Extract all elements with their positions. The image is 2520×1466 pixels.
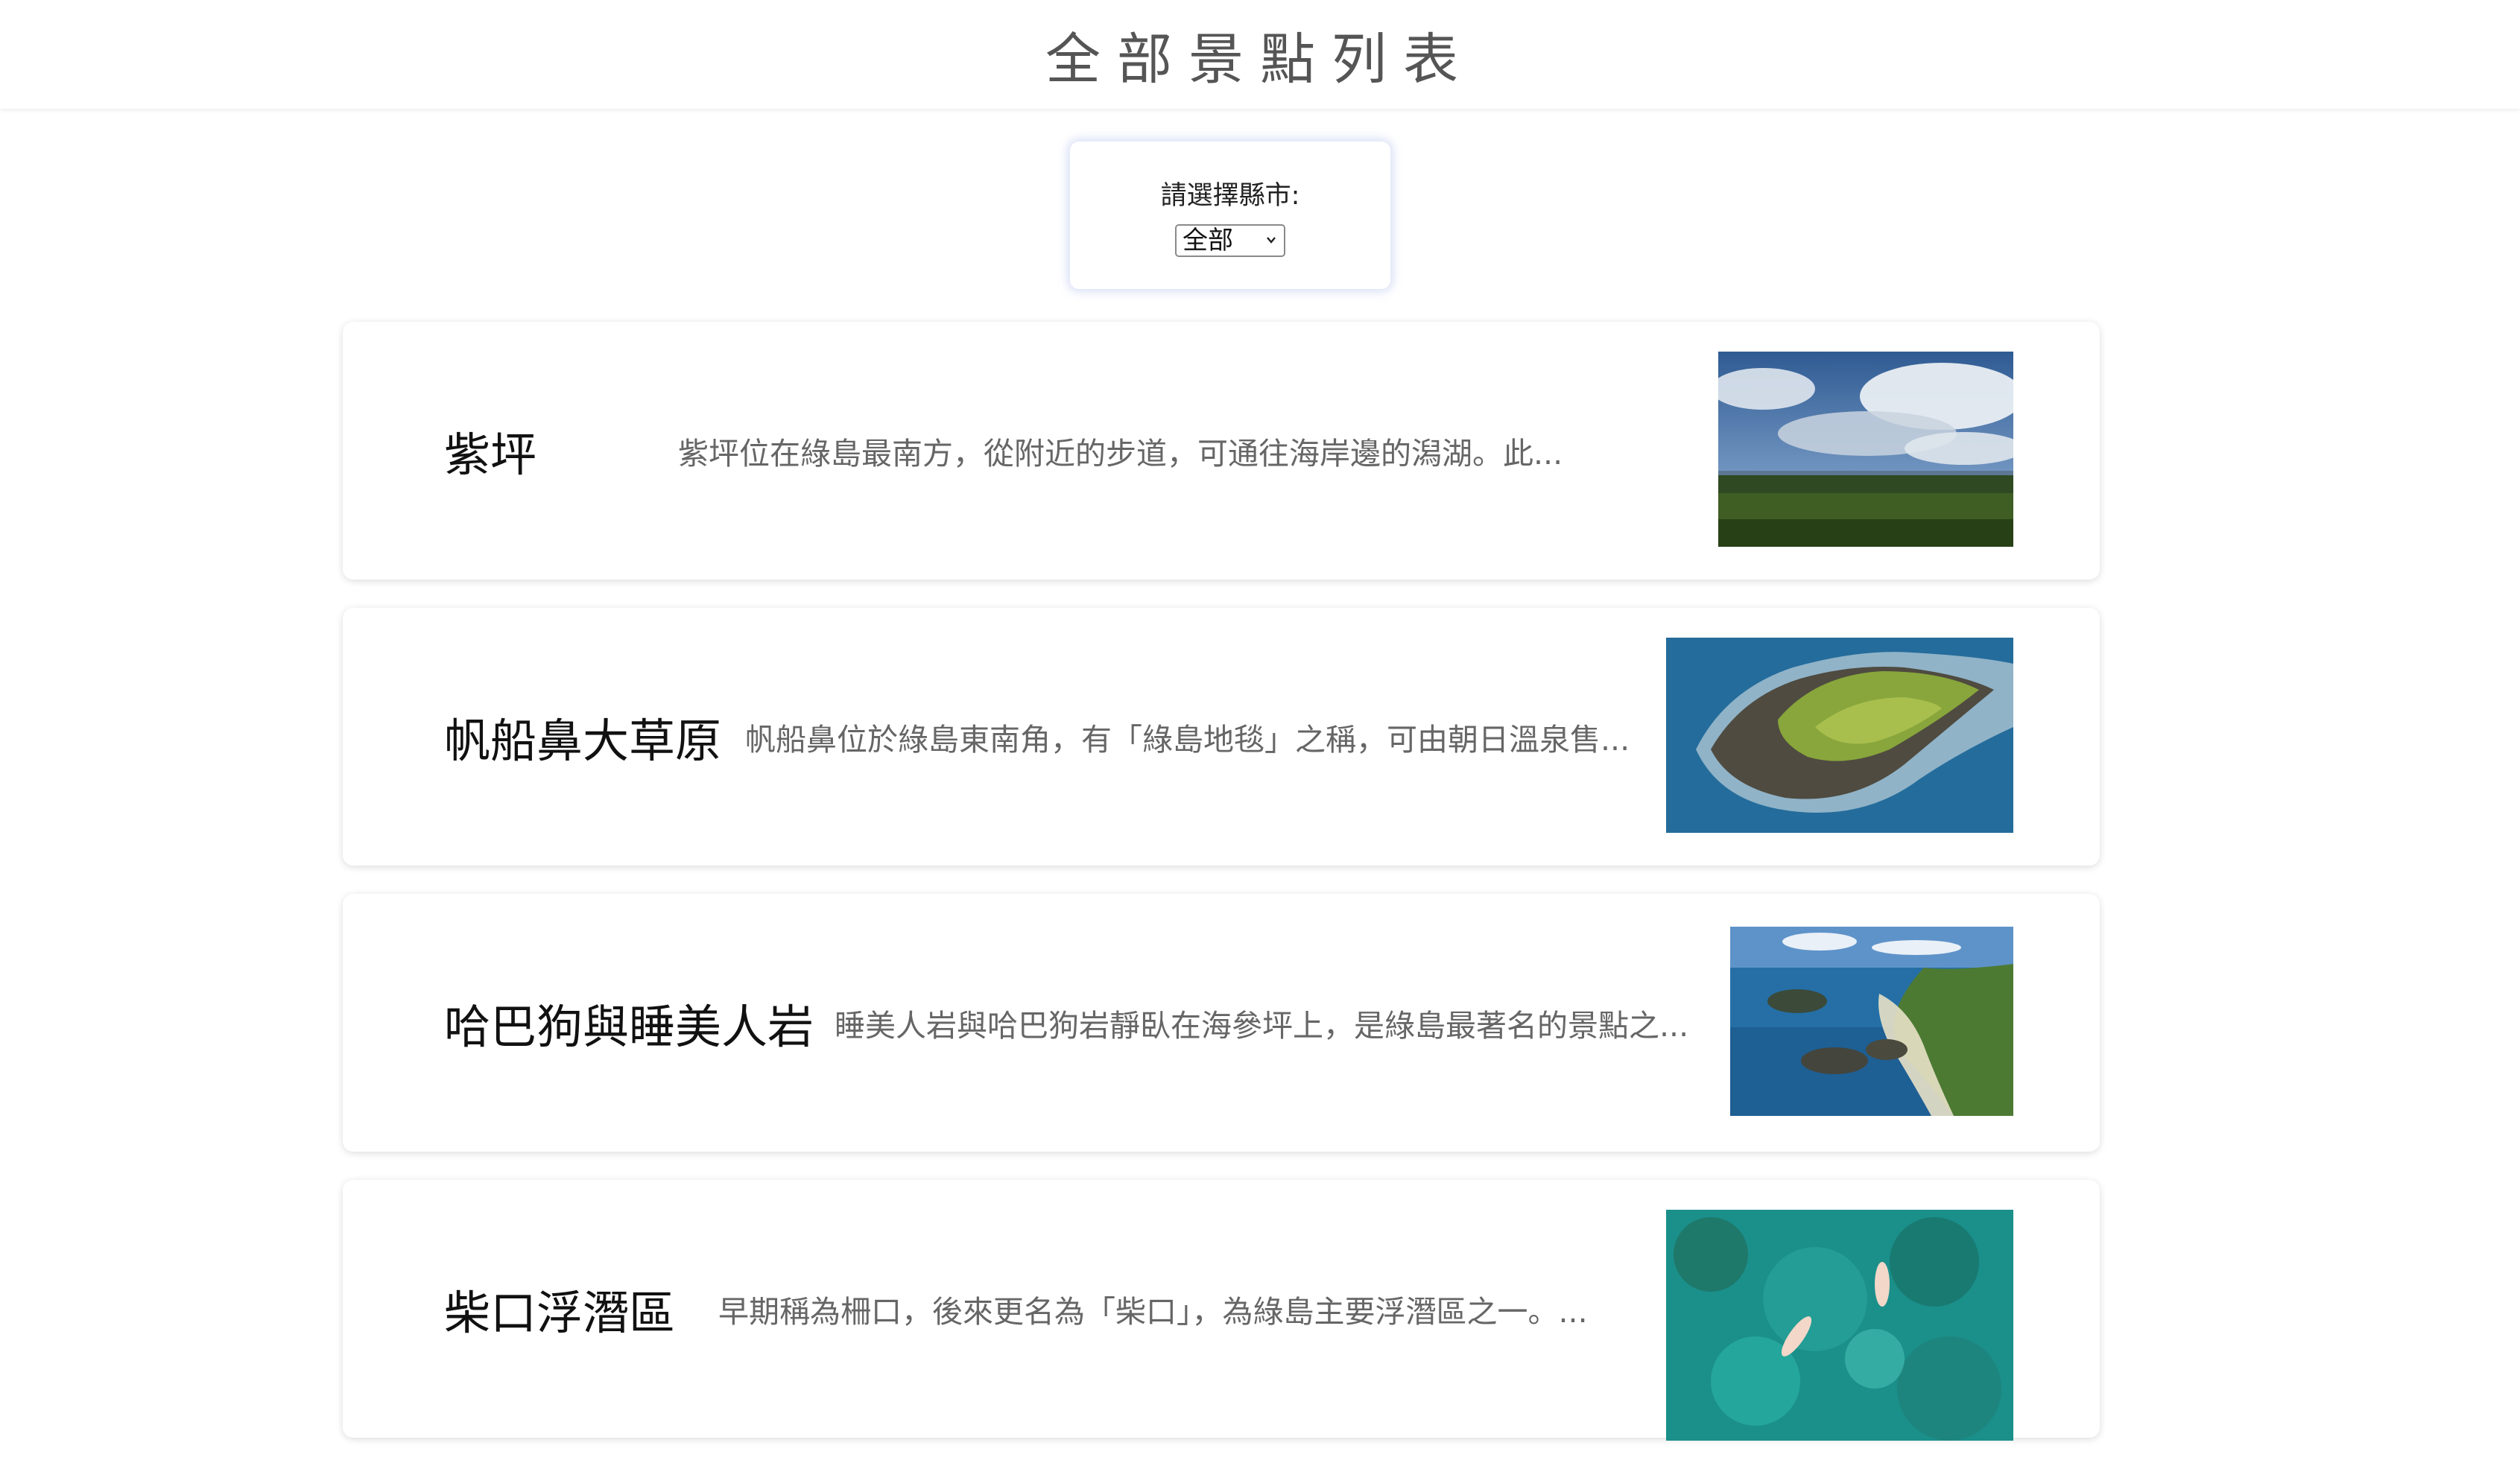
page-title: 全部景點列表 bbox=[1045, 27, 1475, 92]
attraction-name: 柴口浮潛區 bbox=[444, 1286, 676, 1340]
attraction-name: 哈巴狗與睡美人岩 bbox=[444, 1000, 814, 1054]
attraction-card[interactable]: 柴口浮潛區 早期稱為柵口，後來更名為「柴口」，為綠島主要浮潛區之一。... bbox=[343, 1180, 2100, 1441]
attraction-image bbox=[1666, 638, 2013, 833]
county-select-value: 全部 bbox=[1183, 225, 1233, 256]
attraction-description: 早期稱為柵口，後來更名為「柴口」，為綠島主要浮潛區之一。... bbox=[718, 1294, 1588, 1330]
attraction-name: 帆船鼻大草原 bbox=[444, 714, 722, 768]
attraction-card[interactable]: 帆船鼻大草原 帆船鼻位於綠島東南角，有「綠島地毯」之稱，可由朝日溫泉售... bbox=[343, 608, 2100, 866]
chevron-down-icon bbox=[1267, 236, 1276, 244]
page-header: 全部景點列表 bbox=[0, 0, 2520, 109]
attraction-card[interactable]: 哈巴狗與睡美人岩 睡美人岩與哈巴狗岩靜臥在海參坪上，是綠島最著名的景點之... bbox=[343, 894, 2100, 1152]
attraction-card[interactable]: 紫坪 紫坪位在綠島最南方，從附近的步道，可通往海岸邊的潟湖。此... bbox=[343, 322, 2100, 580]
attraction-list: 紫坪 紫坪位在綠島最南方，從附近的步道，可通往海岸邊的潟湖。此... 帆船鼻大草… bbox=[343, 322, 2100, 1466]
county-filter-label: 請選擇縣市: bbox=[1160, 180, 1300, 211]
county-filter-panel: 請選擇縣市: 全部 bbox=[1070, 142, 1390, 289]
attraction-description: 帆船鼻位於綠島東南角，有「綠島地毯」之稱，可由朝日溫泉售... bbox=[745, 722, 1630, 758]
county-select[interactable]: 全部 bbox=[1175, 223, 1285, 257]
attraction-image bbox=[1666, 1210, 2013, 1441]
attraction-image bbox=[1718, 352, 2013, 547]
attraction-name: 紫坪 bbox=[444, 428, 537, 482]
attraction-description: 睡美人岩與哈巴狗岩靜臥在海參坪上，是綠島最著名的景點之... bbox=[835, 1008, 1689, 1044]
attraction-image bbox=[1730, 927, 2013, 1116]
attraction-description: 紫坪位在綠島最南方，從附近的步道，可通往海岸邊的潟湖。此... bbox=[678, 436, 1563, 472]
